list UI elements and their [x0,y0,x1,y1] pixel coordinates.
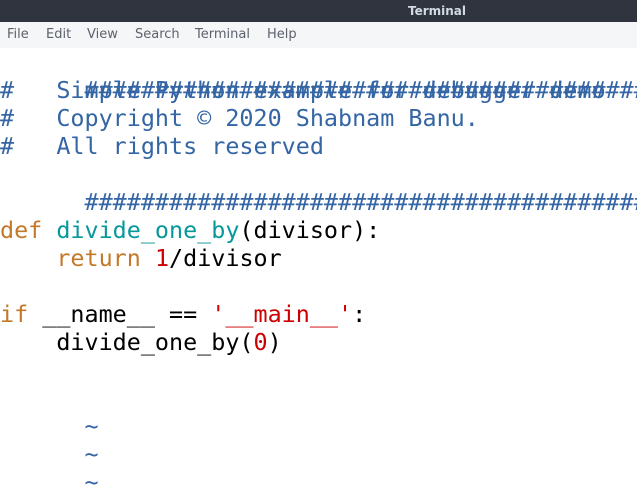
window-title: Terminal [408,4,467,18]
menu-search[interactable]: Search [135,22,180,48]
if-colon: : [352,300,367,328]
vim-editor-area[interactable]: ####################################### #… [0,48,637,502]
tilde-marker: ~ [85,496,99,502]
menu-terminal[interactable]: Terminal [195,22,250,48]
comment-marker: # [0,76,15,104]
comment-title: Simple Python example for debugger demo [14,76,606,104]
empty-line-tilde: ~ [0,412,99,468]
if-condition: __name__ == [28,300,212,328]
return-number: 1 [154,244,170,272]
menu-help[interactable]: Help [267,22,297,48]
return-expression: /divisor [169,244,282,272]
code-line-3: # Copyright © 2020 Shabnam Banu. [0,104,479,132]
call-close: ) [267,328,282,356]
comment-copyright: Copyright © 2020 Shabnam Banu. [14,104,479,132]
empty-line-tilde: ~ [0,440,99,496]
call-argument: 0 [253,328,268,356]
code-line-1: ########################################… [0,48,637,104]
empty-line-tilde: ~ [0,384,99,440]
function-params: (divisor): [239,216,381,244]
code-line-2: # Simple Python example for debugger dem… [0,76,606,104]
function-name: divide_one_by [56,216,240,244]
if-keyword: if [0,300,29,328]
call-function: divide_one_by( [56,328,254,356]
code-line-if: if __name__ == '__main__': [0,300,366,328]
code-line-5: ########################################… [0,160,637,216]
main-string: '__main__' [211,300,353,328]
comment-marker: # [0,132,15,160]
comment-marker: # [0,104,15,132]
code-line-call: divide_one_by(0) [0,328,282,356]
terminal-window: Terminal File Edit View Search Terminal … [0,0,637,502]
menu-file[interactable]: File [7,22,29,48]
empty-line-tilde: ~ [0,468,99,502]
title-bar[interactable]: Terminal [0,0,637,22]
menu-bar: File Edit View Search Terminal Help [0,22,637,49]
code-line-def: def divide_one_by(divisor): [0,216,380,244]
code-line-return: return 1/divisor [0,244,282,272]
menu-view[interactable]: View [87,22,118,48]
menu-edit[interactable]: Edit [46,22,71,48]
code-line-4: # All rights reserved [0,132,324,160]
def-keyword: def [0,216,43,244]
return-keyword: return [56,244,141,272]
header-rule-bottom: ########################################… [84,188,637,216]
comment-rights: All rights reserved [14,132,324,160]
